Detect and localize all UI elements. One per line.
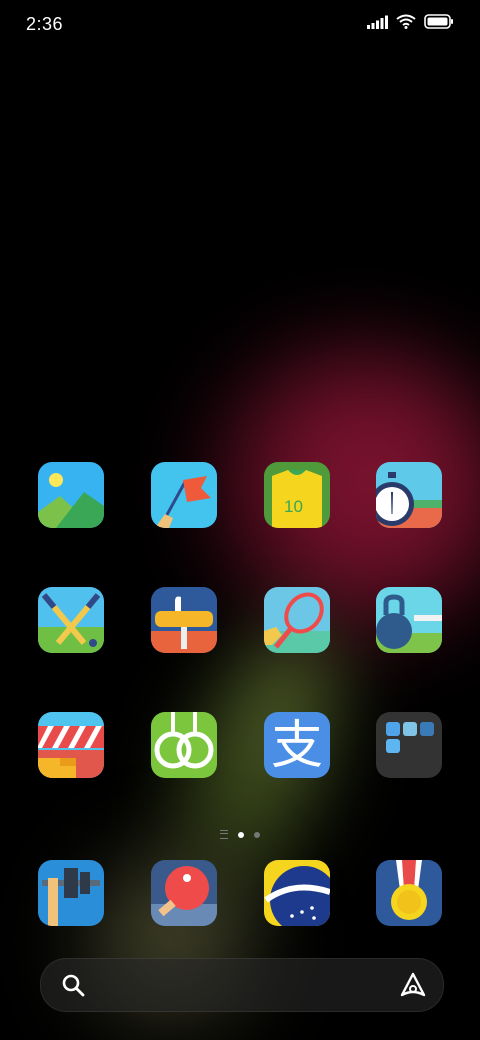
jersey-icon: 10: [264, 462, 330, 528]
folder-mini-icon: [386, 722, 400, 736]
weightlifting-icon: [38, 860, 104, 926]
page-dot-1[interactable]: [238, 831, 244, 838]
assistant-icon[interactable]: [399, 971, 427, 999]
flag-icon: [151, 462, 217, 528]
jersey-app-icon[interactable]: 10: [264, 462, 330, 528]
page-indicator[interactable]: [0, 830, 480, 839]
app-folder[interactable]: [376, 712, 442, 778]
search-icon[interactable]: [61, 973, 85, 997]
wifi-icon: [396, 14, 416, 29]
tennis-app-icon[interactable]: [264, 587, 330, 653]
rings-icon: [151, 712, 217, 778]
medal-icon: [376, 860, 442, 926]
search-bar[interactable]: [40, 958, 444, 1012]
kettlebell-app-icon[interactable]: [376, 587, 442, 653]
feed-page-icon[interactable]: [220, 830, 228, 839]
pommel-horse-app-icon[interactable]: [151, 587, 217, 653]
kettlebell-icon: [376, 587, 442, 653]
clock: 2:36: [26, 14, 64, 34]
cricket-icon: [38, 587, 104, 653]
folder-mini-icon: [420, 722, 434, 736]
jersey-number: 10: [284, 497, 303, 516]
stopwatch-icon: [376, 462, 442, 528]
flag-app-icon[interactable]: [151, 462, 217, 528]
brazil-flag-app-icon[interactable]: [264, 860, 330, 926]
battery-full-icon: [424, 14, 453, 29]
gallery-icon: [38, 462, 104, 528]
weightlifting-app-icon[interactable]: [38, 860, 104, 926]
folder-mini-icon: [386, 739, 400, 753]
shop-icon: [38, 712, 104, 778]
rings-app-icon[interactable]: [151, 712, 217, 778]
alipay-app-icon[interactable]: 支: [264, 712, 330, 778]
page-dot-2[interactable]: [254, 831, 260, 838]
medal-app-icon[interactable]: [376, 860, 442, 926]
folder-mini-icon: [403, 722, 417, 736]
status-icons: [366, 14, 454, 29]
pommel-horse-icon: [151, 587, 217, 653]
stopwatch-app-icon[interactable]: [376, 462, 442, 528]
gallery-app-icon[interactable]: [38, 462, 104, 528]
status-bar: 2:36: [0, 0, 480, 50]
cricket-app-icon[interactable]: [38, 587, 104, 653]
table-tennis-icon: [151, 860, 217, 926]
alipay-icon: 支: [270, 716, 323, 776]
table-tennis-app-icon[interactable]: [151, 860, 217, 926]
shop-app-icon[interactable]: [38, 712, 104, 778]
signal-bars-icon: [367, 15, 388, 29]
tennis-icon: [264, 587, 330, 653]
brazil-flag-icon: [264, 860, 330, 926]
